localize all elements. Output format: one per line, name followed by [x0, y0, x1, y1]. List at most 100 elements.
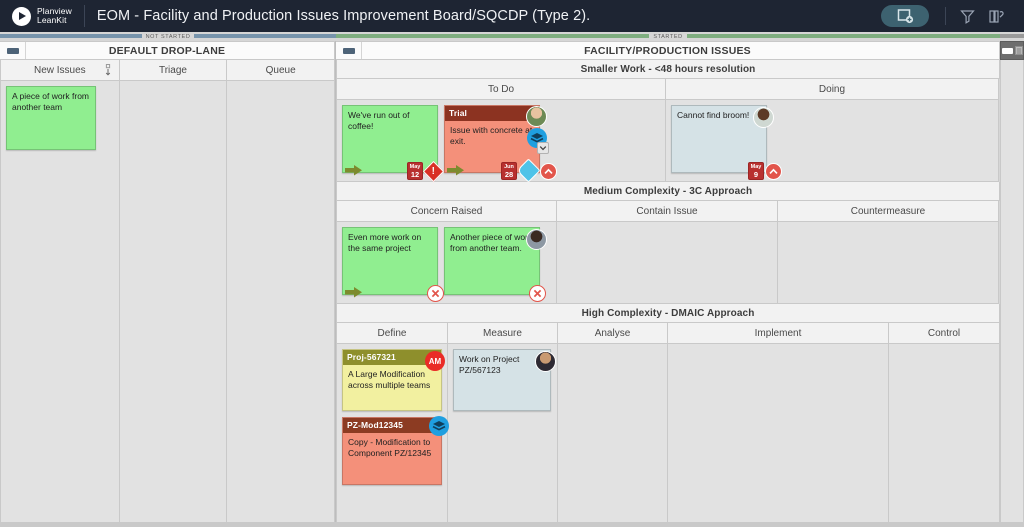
card-body: We've run out of coffee!: [343, 106, 437, 136]
card-title: We've run out of coffee!: [348, 110, 410, 131]
group-title: High Complexity - DMAIC Approach: [581, 307, 755, 319]
brand-line-1: Planview: [37, 5, 72, 16]
avatar[interactable]: [526, 106, 547, 127]
add-card-button[interactable]: [881, 5, 929, 27]
column-headers: Concern Raised Contain Issue Countermeas…: [336, 201, 1000, 222]
board-layout-icon: [988, 9, 1004, 23]
avatar[interactable]: [535, 351, 556, 372]
lane-title: DEFAULT DROP-LANE: [108, 44, 226, 57]
avatar[interactable]: [753, 107, 774, 128]
moved-arrow-icon: [345, 164, 363, 180]
card-title: Another piece of work from another team.: [450, 232, 533, 253]
column-body-to-do[interactable]: We've run out of coffee! May 12 ! Trial …: [336, 100, 666, 183]
card[interactable]: Another piece of work from another team.: [444, 227, 547, 302]
collapse-lane-icon: [342, 47, 355, 54]
lane-header[interactable]: FACILITY/PRODUCTION ISSUES: [336, 41, 1000, 60]
column-body-queue[interactable]: [227, 81, 335, 527]
due-date-badge: Jun 28: [501, 162, 517, 180]
column-header-concern-raised[interactable]: Concern Raised: [336, 201, 557, 222]
column-header-implement[interactable]: Implement: [668, 323, 889, 344]
column-body-control[interactable]: [889, 344, 1000, 527]
column-header-countermeasure[interactable]: Countermeasure: [778, 201, 999, 222]
card[interactable]: Cannot find broom! May 9: [671, 105, 782, 180]
column-header-analyse[interactable]: Analyse: [558, 323, 668, 344]
group-title: Smaller Work - <48 hours resolution: [580, 63, 756, 75]
lane-menu-icon: [1014, 46, 1023, 55]
column-body-concern-raised[interactable]: Even more work on the same project Anoth…: [336, 222, 557, 304]
column-body-triage[interactable]: [119, 81, 228, 527]
card[interactable]: Proj-567321 A Large Modification across …: [342, 349, 445, 411]
group-header-high-complexity[interactable]: High Complexity - DMAIC Approach: [336, 304, 1000, 323]
column-header-queue[interactable]: Queue: [227, 60, 335, 81]
card[interactable]: We've run out of coffee! May 12 !: [342, 105, 445, 183]
column-body-doing[interactable]: Cannot find broom! May 9: [666, 100, 999, 182]
group-header-smaller-work[interactable]: Smaller Work - <48 hours resolution: [336, 60, 1000, 79]
priority-up-icon: [765, 163, 782, 180]
avatar[interactable]: AM: [425, 351, 445, 371]
column-header-control[interactable]: Control: [889, 323, 1000, 344]
column-body-implement[interactable]: [668, 344, 889, 527]
group-title: Medium Complexity - 3C Approach: [583, 185, 753, 197]
column-body-new-issues[interactable]: A piece of work from another team: [0, 81, 120, 527]
card-title: A Large Modification across multiple tea…: [348, 369, 431, 390]
connected-cards-icon[interactable]: [429, 416, 449, 436]
column-body-analyse[interactable]: [558, 344, 668, 527]
card-title: Copy - Modification to Component PZ/1234…: [348, 437, 432, 458]
column-title: To Do: [487, 83, 515, 95]
column-header-measure[interactable]: Measure: [448, 323, 558, 344]
card-title: Issue with concrete at exit.: [450, 125, 533, 146]
due-date-badge: May 12: [407, 162, 423, 180]
column-header-doing[interactable]: Doing: [666, 79, 999, 100]
due-date-day: 9: [753, 170, 759, 179]
action-divider: [945, 7, 946, 25]
card-title: Work on Project PZ/567123: [459, 354, 520, 375]
card-body: Another piece of work from another team.: [445, 228, 539, 258]
column-header-define[interactable]: Define: [336, 323, 448, 344]
column-title: Define: [377, 327, 407, 339]
card-body: Even more work on the same project: [343, 228, 437, 258]
card-footer: [343, 284, 444, 302]
column-body-contain-issue[interactable]: [557, 222, 778, 304]
column-title: Triage: [158, 64, 187, 76]
column-body-measure[interactable]: Work on Project PZ/567123: [448, 344, 558, 527]
column-header-to-do[interactable]: To Do: [336, 79, 666, 100]
column-body-define[interactable]: Proj-567321 A Large Modification across …: [336, 344, 449, 527]
status-strip-label: STARTED: [649, 33, 687, 40]
card[interactable]: A piece of work from another team: [6, 86, 96, 150]
collapse-lane-button[interactable]: [336, 42, 362, 59]
card-body: Issue with concrete at exit.: [445, 121, 539, 151]
card[interactable]: PZ-Mod12345 Copy - Modification to Compo…: [342, 416, 449, 485]
column-header-triage[interactable]: Triage: [119, 60, 228, 81]
card[interactable]: Even more work on the same project: [342, 227, 444, 302]
connected-cards-expand-icon[interactable]: [537, 142, 549, 154]
sort-arrow-icon[interactable]: [105, 64, 111, 79]
tag-icon: [516, 158, 541, 183]
board-layout-button[interactable]: [982, 4, 1012, 28]
filter-button[interactable]: [952, 4, 982, 28]
card[interactable]: Trial Issue with concrete at exit. Jun 2…: [444, 105, 557, 183]
column-title: New Issues: [33, 64, 86, 76]
lane-status-strips: NOT STARTED STARTED: [0, 32, 1024, 41]
lane-collapsed[interactable]: [1000, 41, 1024, 527]
page-title: EOM - Facility and Production Issues Imp…: [96, 8, 591, 24]
avatar[interactable]: [526, 229, 547, 250]
due-date-badge: May 9: [748, 162, 764, 180]
group-header-medium-complexity[interactable]: Medium Complexity - 3C Approach: [336, 182, 1000, 201]
status-strip-collapsed: [1000, 32, 1024, 41]
column-body-countermeasure[interactable]: [778, 222, 999, 304]
column-title: Queue: [265, 64, 296, 76]
brand-logo[interactable]: Planview LeanKit: [0, 5, 82, 26]
column-header-new-issues[interactable]: New Issues: [0, 60, 120, 81]
lane-header[interactable]: DEFAULT DROP-LANE: [0, 41, 335, 60]
group-body-smaller-work: We've run out of coffee! May 12 ! Trial …: [336, 100, 1000, 183]
board-bottom-edge: [0, 522, 1024, 527]
card-body: Copy - Modification to Component PZ/1234…: [343, 433, 441, 463]
card[interactable]: Work on Project PZ/567123: [453, 349, 556, 411]
card-footer: Jun 28: [445, 158, 557, 183]
collapse-lane-button[interactable]: [0, 42, 26, 59]
planview-logo-icon: [12, 6, 31, 26]
collapsed-lane-body[interactable]: [1000, 60, 1024, 527]
column-header-contain-issue[interactable]: Contain Issue: [557, 201, 778, 222]
collapsed-lane-header[interactable]: [1000, 41, 1024, 60]
card-title: Even more work on the same project: [348, 232, 422, 253]
